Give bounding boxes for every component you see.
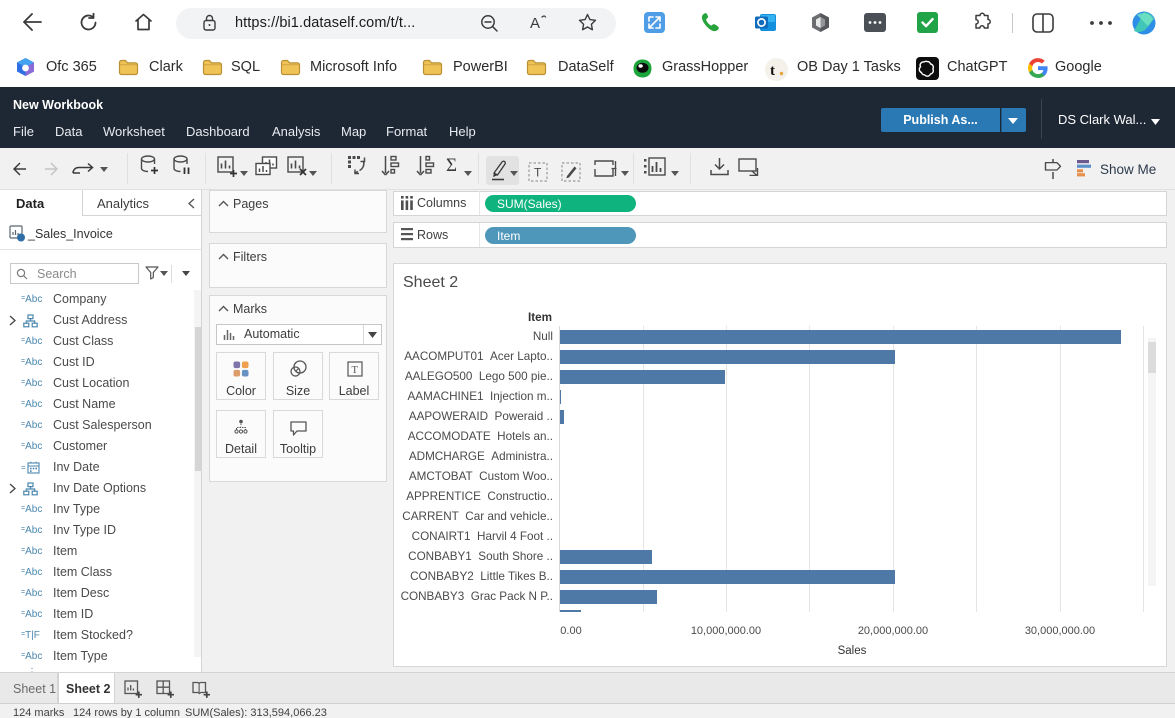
svg-text:A: A (530, 15, 540, 32)
svg-text:T: T (534, 166, 542, 180)
svg-text:T: T (352, 365, 359, 376)
svg-text:t: t (770, 63, 775, 79)
